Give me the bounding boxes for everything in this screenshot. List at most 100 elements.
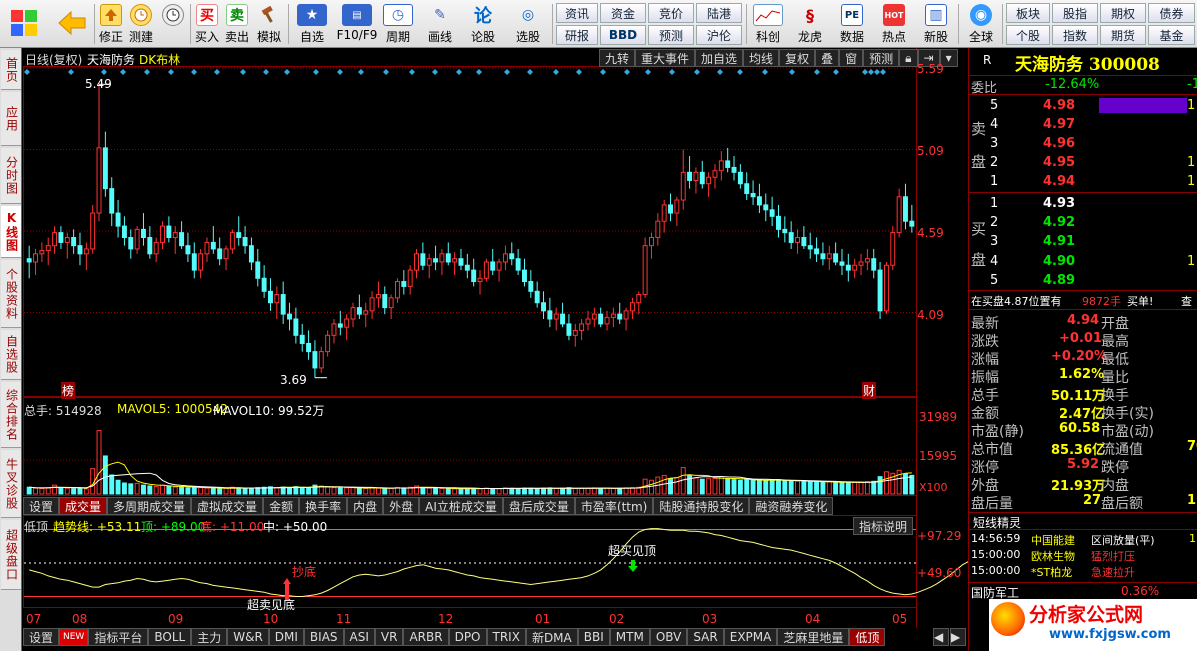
- toolbar-btn-10[interactable]: ◎ 选股: [508, 2, 548, 46]
- home-button[interactable]: [2, 2, 46, 46]
- left-tab-home[interactable]: 首页: [1, 50, 21, 90]
- left-tab-intraday[interactable]: 分时图: [1, 148, 21, 204]
- buy-level-2[interactable]: 2 4.92: [969, 214, 1197, 232]
- grid-btn-fund[interactable]: 资金: [600, 3, 646, 23]
- chart-btn-jiuzhuan[interactable]: 九转: [599, 49, 636, 67]
- grid-btn-index[interactable]: 指数: [1052, 25, 1098, 45]
- toolbar-rbtn-1[interactable]: § 龙虎: [792, 2, 828, 46]
- sell-level-5[interactable]: 5 4.98 1: [969, 97, 1197, 115]
- buy-level-1[interactable]: 1 4.93: [969, 195, 1197, 213]
- left-tab-diagnose[interactable]: 牛叉诊股: [1, 450, 21, 518]
- ind-tab[interactable]: BBI: [577, 628, 610, 646]
- grid-btn-fund2[interactable]: 基金: [1148, 25, 1195, 45]
- vol-tab[interactable]: 内盘: [347, 497, 384, 515]
- lock-icon[interactable]: 🔒︎: [899, 49, 918, 67]
- ind-tab[interactable]: ARBR: [403, 628, 449, 646]
- ind-tab[interactable]: 芝麻里地量: [777, 628, 850, 646]
- scroll-left-icon[interactable]: ◀: [933, 628, 949, 646]
- toolbar-rbtn-2[interactable]: PE 数据: [834, 2, 870, 46]
- event-mark-finance[interactable]: 财: [862, 382, 877, 399]
- toolbar-rbtn-3[interactable]: HOT 热点: [876, 2, 912, 46]
- buy-level-4[interactable]: 4 4.90 1: [969, 253, 1197, 271]
- toolbar-btn-8[interactable]: ✎ 画线: [422, 2, 458, 46]
- vol-tab[interactable]: 市盈率(ttm): [574, 497, 654, 515]
- ind-tab[interactable]: 低顶: [849, 628, 886, 646]
- toolbar-rbtn-4[interactable]: ▥ 新股: [918, 2, 954, 46]
- grid-btn-news[interactable]: 资讯: [556, 3, 598, 23]
- sector-row[interactable]: 国防军工 0.36%: [969, 582, 1197, 600]
- sell-level-1[interactable]: 1 4.94 1: [969, 173, 1197, 191]
- sell-level-2[interactable]: 2 4.95 1: [969, 154, 1197, 172]
- left-tab-profile[interactable]: 个股资料: [1, 260, 21, 328]
- grid-btn-bbd[interactable]: BBD: [600, 25, 646, 45]
- ind-tab[interactable]: VR: [374, 628, 404, 646]
- chart-btn-window[interactable]: 窗: [839, 49, 864, 67]
- ind-tab[interactable]: EXPMA: [723, 628, 778, 646]
- toolbar-rbtn-0[interactable]: 科创: [750, 2, 786, 46]
- chart-btn-ma[interactable]: 均线: [743, 49, 780, 67]
- sell-level-4[interactable]: 4 4.97: [969, 116, 1197, 134]
- kline-chart-svg[interactable]: [23, 48, 968, 651]
- grid-btn-lon[interactable]: 沪伦: [696, 25, 742, 45]
- vol-tab[interactable]: 虚拟成交量: [191, 497, 264, 515]
- vol-tab[interactable]: 外盘: [383, 497, 420, 515]
- ind-tab[interactable]: BOLL: [148, 628, 192, 646]
- toolbar-btn-5[interactable]: ★ 自选: [292, 2, 332, 46]
- ind-tab[interactable]: 指标平台: [88, 628, 149, 646]
- toolbar-rbtn-5[interactable]: ◉ 全球: [962, 2, 1000, 46]
- event-mark-rank[interactable]: 榜: [61, 382, 76, 399]
- vol-tab[interactable]: 盘后成交量: [502, 497, 575, 515]
- grid-btn-report[interactable]: 研报: [556, 25, 598, 45]
- left-tab-superbook[interactable]: 超级盘口: [1, 520, 21, 590]
- toolbar-btn-6[interactable]: ▤ F10/F9: [334, 2, 380, 46]
- chart-btn-overlay[interactable]: 叠: [815, 49, 840, 67]
- vol-tab[interactable]: 换手率: [299, 497, 348, 515]
- left-tab-kline[interactable]: K线图: [1, 206, 21, 258]
- ind-tab[interactable]: W&R: [227, 628, 269, 646]
- left-tab-watchlist[interactable]: 自选股: [1, 330, 21, 380]
- ind-tab[interactable]: 设置: [23, 628, 60, 646]
- vol-tab[interactable]: 融资融券变化: [749, 497, 834, 515]
- back-button[interactable]: [52, 2, 92, 46]
- ind-tab[interactable]: OBV: [649, 628, 688, 646]
- buy-level-3[interactable]: 3 4.91: [969, 233, 1197, 251]
- toolbar-btn-9[interactable]: 论 论股: [466, 2, 500, 46]
- vol-tab[interactable]: AI立桩成交量: [419, 497, 503, 515]
- grid-btn-sector[interactable]: 板块: [1006, 3, 1050, 23]
- grid-btn-hk[interactable]: 陆港: [696, 3, 742, 23]
- scroll-right-icon[interactable]: ▶: [950, 628, 966, 646]
- chart-btn-events[interactable]: 重大事件: [635, 49, 696, 67]
- grid-btn-stock-index[interactable]: 股指: [1052, 3, 1098, 23]
- toolbar-btn-3[interactable]: 卖 卖出: [223, 2, 251, 46]
- ind-tab[interactable]: BIAS: [303, 628, 344, 646]
- ind-tab[interactable]: 主力: [191, 628, 228, 646]
- grid-btn-bond[interactable]: 债券: [1148, 3, 1195, 23]
- news-item[interactable]: 15:00:00 *ST柏龙 急速拉升: [969, 563, 1197, 581]
- toolbar-btn-clock2[interactable]: [158, 2, 188, 46]
- toolbar-btn-1[interactable]: 测建: [126, 2, 156, 46]
- kline-chart-area[interactable]: 日线(复权) 天海防务 DK布林 九转 重大事件 加自选 均线 复权 叠 窗 预…: [23, 48, 968, 651]
- vol-tab[interactable]: 金额: [263, 497, 300, 515]
- toolbar-btn-7[interactable]: ◷ 周期: [380, 2, 416, 46]
- grid-btn-option[interactable]: 期权: [1100, 3, 1146, 23]
- left-tab-apps[interactable]: 应用: [1, 92, 21, 146]
- grid-btn-futures[interactable]: 期货: [1100, 25, 1146, 45]
- toolbar-btn-2[interactable]: 买 买入: [193, 2, 221, 46]
- ind-tab[interactable]: SAR: [687, 628, 724, 646]
- order-alert-row[interactable]: 在买盘4.87位置有 9872手 买单! 查: [969, 292, 1197, 310]
- vol-tab[interactable]: 多周期成交量: [107, 497, 192, 515]
- vol-tab[interactable]: 成交量: [59, 497, 108, 515]
- chart-btn-predict[interactable]: 预测: [863, 49, 900, 67]
- ind-tab[interactable]: MTM: [609, 628, 650, 646]
- chart-btn-adjust[interactable]: 复权: [779, 49, 816, 67]
- ind-tab[interactable]: TRIX: [486, 628, 526, 646]
- grid-btn-stock[interactable]: 个股: [1006, 25, 1050, 45]
- vol-tab[interactable]: 设置: [23, 497, 60, 515]
- indicator-help-button[interactable]: 指标说明: [853, 517, 914, 535]
- toolbar-btn-4[interactable]: 模拟: [254, 2, 284, 46]
- ind-tab[interactable]: DPO: [448, 628, 487, 646]
- sell-level-3[interactable]: 3 4.96: [969, 135, 1197, 153]
- ind-tab[interactable]: DMI: [268, 628, 304, 646]
- left-tab-ranking[interactable]: 综合排名: [1, 382, 21, 448]
- grid-btn-auction[interactable]: 竞价: [648, 3, 694, 23]
